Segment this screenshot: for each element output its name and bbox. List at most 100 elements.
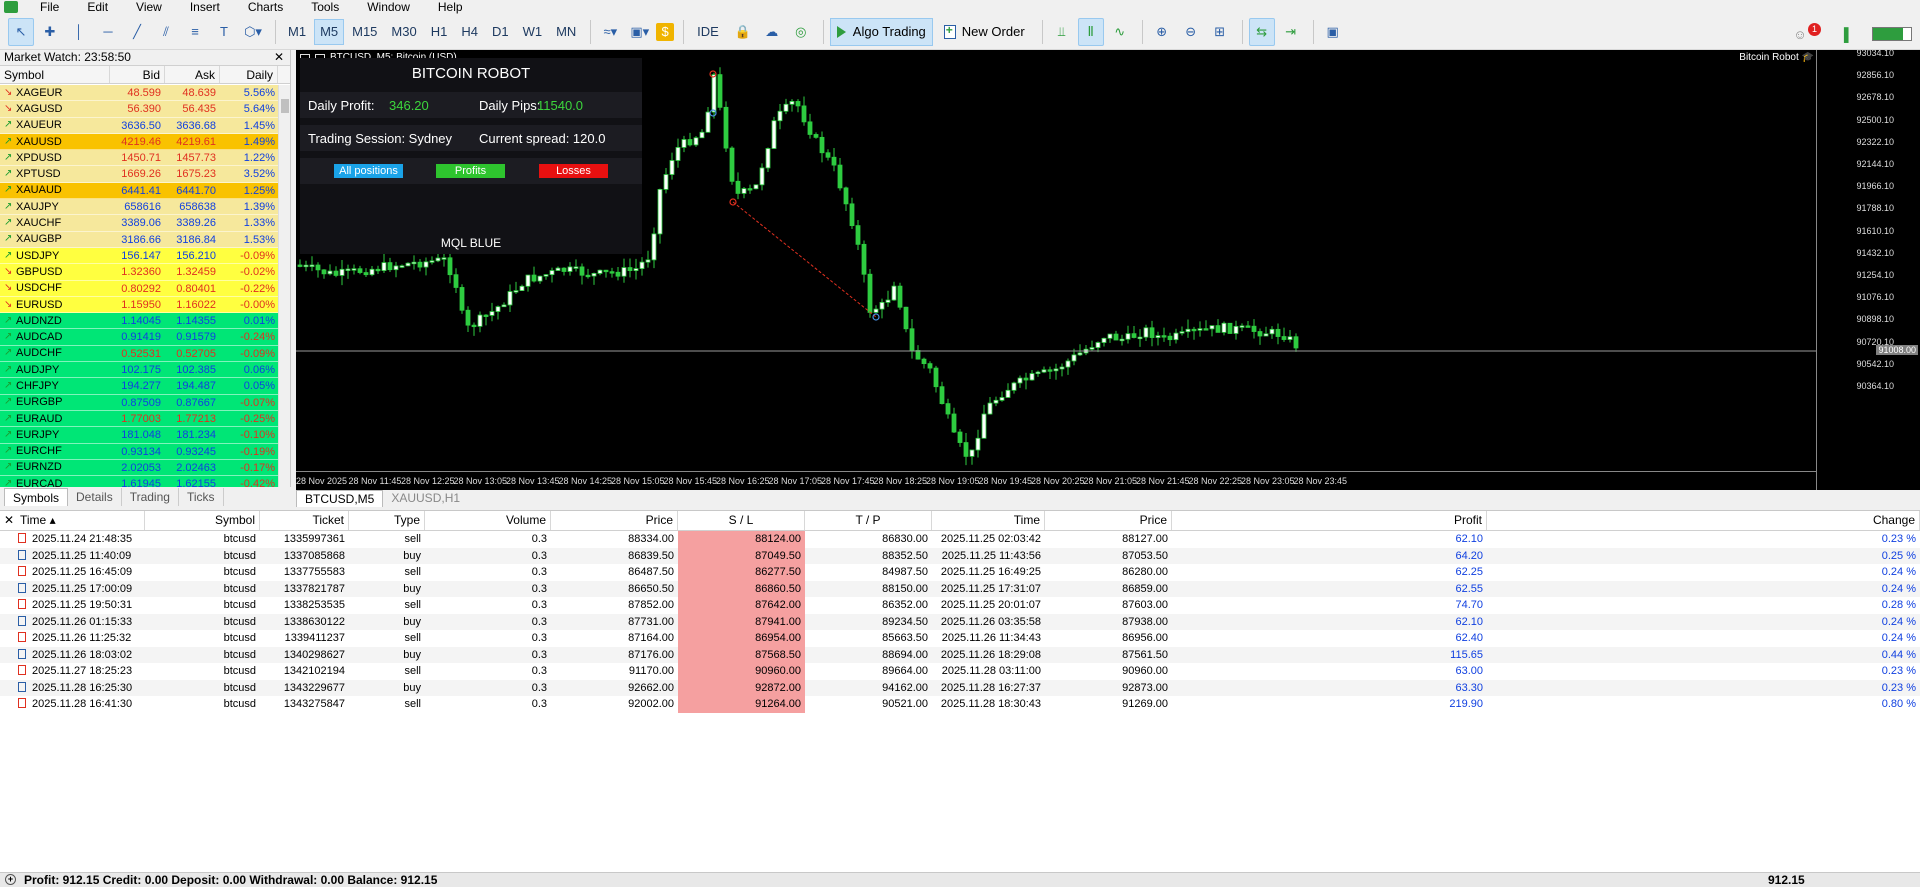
timeframe-d1[interactable]: D1 xyxy=(486,19,515,45)
templates-icon[interactable]: ▣▾ xyxy=(626,18,653,46)
market-watch-row[interactable]: ↗ XAUUSD 4219.46 4219.61 1.49% xyxy=(0,133,279,151)
history-column-symbol-1[interactable]: Symbol xyxy=(145,511,260,530)
menu-view[interactable]: View xyxy=(122,0,176,14)
history-row[interactable]: 2025.11.28 16:25:30 btcusd 1343229677 buy 0.… xyxy=(0,679,1920,696)
trendline-icon[interactable]: ╱ xyxy=(124,18,150,46)
zoom-out-icon[interactable]: ⊖ xyxy=(1178,18,1204,46)
history-row[interactable]: 2025.11.25 19:50:31 btcusd 1338253535 sell 0… xyxy=(0,597,1920,614)
ide-button[interactable]: IDE xyxy=(690,18,726,46)
market-watch-row[interactable]: ↗ AUDJPY 102.175 102.385 0.06% xyxy=(0,362,279,379)
market-watch-row[interactable]: ↗ XAUGBP 3186.66 3186.84 1.53% xyxy=(0,231,279,248)
history-row[interactable]: 2025.11.25 16:45:09 btcusd 1337755583 sell 0… xyxy=(0,564,1920,581)
market-watch-row[interactable]: ↘ XAGEUR 48.599 48.639 5.56% xyxy=(0,85,279,102)
cursor-tool-icon[interactable]: ↖ xyxy=(8,17,34,46)
tab-trading[interactable]: Trading xyxy=(122,488,179,506)
close-icon[interactable]: ✕ xyxy=(274,50,284,65)
timeframe-m30[interactable]: M30 xyxy=(385,19,422,45)
crosshair-tool-icon[interactable]: ✚ xyxy=(37,18,63,46)
market-watch-row[interactable]: ↗ EURCAD 1.61945 1.62155 -0.42% xyxy=(0,476,279,487)
market-watch-row[interactable]: ↗ USDJPY 156.147 156.210 -0.09% xyxy=(0,247,279,265)
losses-button[interactable]: Losses xyxy=(539,164,608,178)
history-row[interactable]: 2025.11.25 11:40:09 btcusd 1337085868 buy 0.… xyxy=(0,547,1920,564)
market-watch-row[interactable]: ↗ CHFJPY 194.277 194.487 0.05% xyxy=(0,378,279,395)
market-watch-row[interactable]: ↗ EURAUD 1.77003 1.77213 -0.25% xyxy=(0,410,279,428)
bar-chart-icon[interactable]: ⫫ xyxy=(1049,18,1075,46)
market-watch-row[interactable]: ↗ XAUJPY 658616 658638 1.39% xyxy=(0,199,279,216)
history-row[interactable]: 2025.11.25 17:00:09 btcusd 1337821787 buy 0.… xyxy=(0,580,1920,597)
market-watch-row[interactable]: ↘ XAGUSD 56.390 56.435 5.64% xyxy=(0,101,279,118)
fibonacci-tool-icon[interactable]: ≡ xyxy=(182,18,208,46)
all-positions-button[interactable]: All positions xyxy=(334,164,403,178)
history-column-volume-4[interactable]: Volume xyxy=(425,511,551,530)
market-watch-row[interactable]: ↗ XAUEUR 3636.50 3636.68 1.45% xyxy=(0,117,279,134)
timeframe-mn[interactable]: MN xyxy=(550,19,582,45)
market-watch-row[interactable]: ↘ USDCHF 0.80292 0.80401 -0.22% xyxy=(0,280,279,297)
menu-file[interactable]: File xyxy=(26,0,73,14)
timeframe-m15[interactable]: M15 xyxy=(346,19,383,45)
scrollbar-thumb[interactable] xyxy=(281,99,289,113)
history-row[interactable]: 2025.11.26 11:25:32 btcusd 1339411237 sell 0… xyxy=(0,630,1920,647)
shapes-tool-icon[interactable]: ⬡▾ xyxy=(240,18,266,46)
chart-shift-icon[interactable]: ⇥ xyxy=(1278,18,1304,46)
history-column-time-0[interactable]: Time ▴ xyxy=(0,511,145,530)
history-column-type-3[interactable]: Type xyxy=(349,511,425,530)
market-watch-row[interactable]: ↗ AUDNZD 1.14045 1.14355 0.01% xyxy=(0,313,279,330)
history-column-profit-10[interactable]: Profit xyxy=(1172,511,1487,530)
market-watch-scrollbar[interactable] xyxy=(278,85,290,487)
history-row[interactable]: 2025.11.24 21:48:35 btcusd 1335997361 sell 0… xyxy=(0,531,1920,548)
market-watch-row[interactable]: ↗ EURNZD 2.02053 2.02463 -0.17% xyxy=(0,459,279,477)
screenshot-icon[interactable]: ▣ xyxy=(1320,18,1346,46)
vertical-line-icon[interactable]: │ xyxy=(66,18,92,46)
tab-ticks[interactable]: Ticks xyxy=(179,488,224,506)
market-watch-row[interactable]: ↗ AUDCAD 0.91419 0.91579 -0.24% xyxy=(0,329,279,346)
column-ask[interactable]: Ask xyxy=(165,66,220,83)
candlestick-chart-icon[interactable]: Ⅱ xyxy=(1077,17,1104,46)
timeframe-m1[interactable]: M1 xyxy=(282,19,312,45)
market-watch-row[interactable]: ↗ XPDUSD 1450.71 1457.73 1.22% xyxy=(0,150,279,167)
column-daily-change[interactable]: Daily Ch... xyxy=(220,66,278,100)
tab-btcusd-m5[interactable]: BTCUSD,M5 xyxy=(296,490,384,507)
market-watch-row[interactable]: ↘ GBPUSD 1.32360 1.32459 -0.02% xyxy=(0,264,279,281)
history-column-tp-7[interactable]: T / P xyxy=(805,511,932,530)
new-order-button[interactable]: New Order xyxy=(937,18,1032,46)
timeframe-m5[interactable]: M5 xyxy=(314,18,345,45)
menu-charts[interactable]: Charts xyxy=(234,0,297,14)
text-tool-icon[interactable]: T xyxy=(211,18,237,46)
menu-edit[interactable]: Edit xyxy=(73,0,122,14)
market-watch-row[interactable]: ↗ EURCHF 0.93134 0.93245 -0.19% xyxy=(0,443,279,460)
indicators-icon[interactable]: ≈▾ xyxy=(597,18,623,46)
column-bid[interactable]: Bid xyxy=(110,66,165,83)
channel-tool-icon[interactable]: ⫽ xyxy=(153,18,179,46)
time-axis[interactable]: 28 Nov 2025 28 Nov 11:45 28 Nov 12:25 28 No… xyxy=(296,471,1816,490)
history-row[interactable]: 2025.11.26 18:03:02 btcusd 1340298627 buy 0.… xyxy=(0,646,1920,663)
history-column-change-11[interactable]: Change xyxy=(1487,511,1920,530)
tab-details[interactable]: Details xyxy=(68,488,122,506)
grid-icon[interactable]: ⊞ xyxy=(1207,18,1233,46)
close-icon[interactable]: ✕ xyxy=(4,513,14,527)
market-watch-row[interactable]: ↗ EURGBP 0.87509 0.87667 -0.07% xyxy=(0,394,279,411)
algo-trading-button[interactable]: Algo Trading xyxy=(829,17,933,46)
timeframe-h1[interactable]: H1 xyxy=(425,19,454,45)
tab-xauusd-h1[interactable]: XAUUSD,H1 xyxy=(383,490,468,507)
market-watch-row[interactable]: ↗ EURJPY 181.048 181.234 -0.10% xyxy=(0,427,279,444)
cloud-icon[interactable]: ☁ xyxy=(759,18,785,46)
price-axis[interactable]: 93034.10 92856.10 92678.10 92500.10 92322.10… xyxy=(1816,48,1920,490)
line-chart-icon[interactable]: ∿ xyxy=(1107,18,1133,46)
column-symbol[interactable]: Symbol xyxy=(0,66,110,83)
history-row[interactable]: 2025.11.28 16:41:30 btcusd 1343275847 sell 0… xyxy=(0,696,1920,713)
menu-help[interactable]: Help xyxy=(424,0,477,14)
horizontal-line-icon[interactable]: ─ xyxy=(95,18,121,46)
vps-icon[interactable]: ◎ xyxy=(788,18,814,46)
menu-insert[interactable]: Insert xyxy=(176,0,234,14)
history-column-ticket-2[interactable]: Ticket xyxy=(260,511,349,530)
menu-window[interactable]: Window xyxy=(353,0,424,14)
market-watch-row[interactable]: ↗ AUDCHF 0.52531 0.52705 -0.09% xyxy=(0,345,279,363)
autoscroll-icon[interactable]: ⇆ xyxy=(1248,17,1275,46)
profits-button[interactable]: Profits xyxy=(436,164,505,178)
history-column-sl-6[interactable]: S / L xyxy=(678,511,805,530)
lock-icon[interactable]: 🔒 xyxy=(730,18,756,46)
market-watch-row[interactable]: ↗ XAUCHF 3389.06 3389.26 1.33% xyxy=(0,215,279,232)
market-watch-row[interactable]: ↗ XAUAUD 6441.41 6441.70 1.25% xyxy=(0,182,279,200)
tab-symbols[interactable]: Symbols xyxy=(4,488,69,506)
timeframe-w1[interactable]: W1 xyxy=(517,19,549,45)
